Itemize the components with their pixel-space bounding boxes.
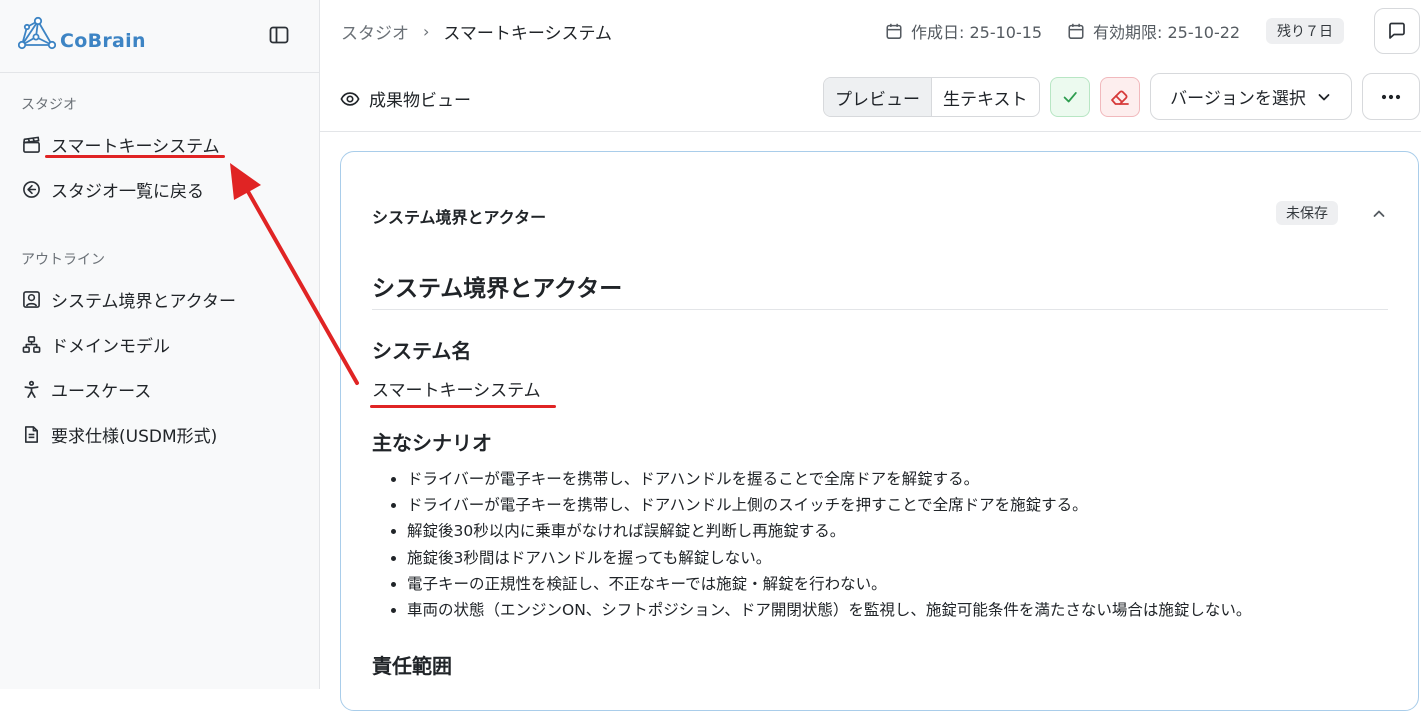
unsaved-badge: 未保存 (1276, 201, 1338, 225)
sidebar-item-label: ドメインモデル (51, 336, 170, 357)
breadcrumb-studio-link[interactable]: スタジオ (341, 19, 409, 44)
sidebar-item-system-boundary[interactable]: システム境界とアクター (21, 285, 236, 313)
user-square-icon (21, 289, 41, 309)
sidebar-item-label: スマートキーシステム (51, 136, 220, 157)
list-item: 車両の状態（エンジンON、シフトポジション、ドア開閉状態）を監視し、施錠可能条件… (407, 597, 1251, 623)
chevron-up-icon (1373, 210, 1385, 217)
brand-name: CoBrain (60, 30, 146, 52)
calendar-icon (1068, 23, 1084, 39)
check-icon (1063, 92, 1077, 103)
sidebar-item-requirements-usdm[interactable]: 要求仕様(USDM形式) (21, 420, 217, 448)
eye-icon (340, 91, 360, 106)
created-date-text: 作成日: 25-10-15 (911, 23, 1043, 42)
chevron-down-icon (1318, 93, 1330, 100)
sidebar-item-label: システム境界とアクター (51, 291, 236, 312)
outline-section-label: アウトライン (21, 252, 105, 268)
eraser-icon (1111, 90, 1129, 105)
version-select-label: バージョンを選択 (1170, 89, 1306, 109)
sidebar-toggle-icon[interactable] (267, 24, 291, 46)
sidebar-item-label: ユースケース (51, 381, 152, 402)
tab-preview[interactable]: プレビュー (824, 78, 932, 116)
created-date: 作成日: 25-10-15 (885, 19, 1042, 43)
artifact-view-title-text: 成果物ビュー (369, 91, 471, 111)
cobrain-logo-icon (17, 15, 57, 59)
top-header: スタジオ › スマートキーシステム 作成日: 25-10-15 有効期限: 25… (320, 0, 1421, 62)
chat-button[interactable] (1374, 8, 1420, 54)
list-item: 電子キーの正規性を検証し、不正なキーでは施錠・解錠を行わない。 (407, 571, 1251, 597)
discard-button[interactable] (1100, 77, 1140, 117)
heading-divider (372, 309, 1388, 310)
remaining-days-badge: 残り７日 (1266, 18, 1344, 44)
message-square-icon (1389, 22, 1405, 39)
person-icon (21, 379, 41, 399)
scenario-list: ドライバーが電子キーを携帯し、ドアハンドルを握ることで全席ドアを解錠する。 ドラ… (366, 466, 1251, 623)
list-item: ドライバーが電子キーを携帯し、ドアハンドルを握ることで全席ドアを解錠する。 (407, 466, 1251, 492)
sidebar-item-label: 要求仕様(USDM形式) (51, 426, 218, 447)
artifact-card: システム境界とアクター 未保存 システム境界とアクター システム名 スマートキー… (340, 151, 1419, 711)
list-item: 施錠後3秒間はドアハンドルを握っても解錠しない。 (407, 545, 1251, 571)
artifact-toolbar: 成果物ビュー プレビュー 生テキスト バージョンを選択 (320, 62, 1421, 132)
view-mode-toggle: プレビュー 生テキスト (823, 77, 1040, 117)
list-item: ドライバーが電子キーを携帯し、ドアハンドル上側のスイッチを押すことで全席ドアを施… (407, 492, 1251, 518)
sidebar: CoBrain スタジオ スマートキーシステム スタジオ一覧に戻る アウトライン… (0, 0, 320, 689)
expiry-date-text: 有効期限: 25-10-22 (1093, 23, 1241, 42)
version-select[interactable]: バージョンを選択 (1150, 73, 1352, 120)
card-section-title: システム境界とアクター (372, 208, 547, 227)
system-name-value: スマートキーシステム (372, 381, 541, 401)
studio-section-label: スタジオ (21, 97, 77, 113)
collapse-button[interactable] (1369, 204, 1389, 224)
annotation-underline (45, 155, 225, 158)
breadcrumb-current: スマートキーシステム (443, 24, 613, 44)
artifact-view-title: 成果物ビュー (340, 86, 471, 111)
sidebar-item-use-cases[interactable]: ユースケース (21, 375, 151, 403)
more-options-button[interactable] (1362, 73, 1420, 120)
more-horizontal-icon (1381, 94, 1401, 99)
chevron-right-icon: › (423, 22, 430, 41)
confirm-button[interactable] (1050, 77, 1090, 117)
sidebar-item-domain-model[interactable]: ドメインモデル (21, 330, 170, 358)
system-name-heading: システム名 (372, 339, 472, 363)
expiry-date: 有効期限: 25-10-22 (1067, 19, 1240, 43)
document-heading: システム境界とアクター (372, 276, 623, 302)
arrow-left-circle-icon (21, 179, 41, 199)
network-icon (21, 334, 41, 354)
breadcrumb: スタジオ › スマートキーシステム (341, 19, 612, 44)
sidebar-item-back-to-studio-list[interactable]: スタジオ一覧に戻る (21, 175, 204, 203)
sidebar-item-smart-key-system[interactable]: スマートキーシステム (21, 130, 220, 158)
file-text-icon (21, 424, 41, 444)
calendar-icon (886, 23, 902, 39)
clapperboard-icon (21, 134, 41, 154)
list-item: 解錠後30秒以内に乗車がなければ誤解錠と判断し再施錠する。 (407, 518, 1251, 544)
brand-header: CoBrain (0, 0, 319, 73)
annotation-underline (370, 405, 556, 408)
tab-raw-text[interactable]: 生テキスト (932, 78, 1039, 116)
responsibility-heading: 責任範囲 (372, 654, 452, 678)
sidebar-item-label: スタジオ一覧に戻る (51, 181, 204, 202)
scenarios-heading: 主なシナリオ (372, 431, 492, 455)
